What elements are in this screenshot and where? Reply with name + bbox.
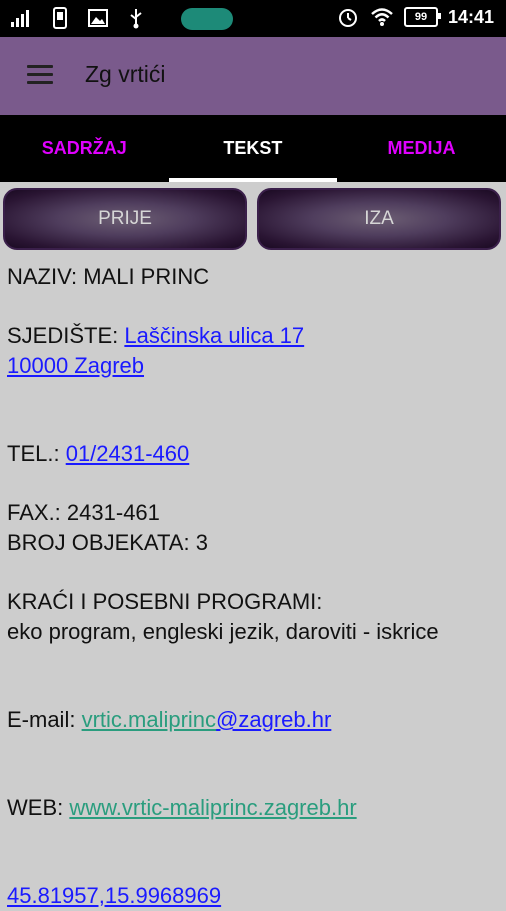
seat-row: SJEDIŠTE: Laščinska ulica 17 <box>7 321 506 351</box>
fax-value: 2431-461 <box>66 500 160 525</box>
fax-row: FAX.: 2431-461 <box>7 498 506 528</box>
name-value: MALI PRINC <box>83 264 210 289</box>
status-pill <box>181 8 233 30</box>
battery-icon: 99 <box>403 7 441 27</box>
next-button[interactable]: IZA <box>257 188 501 250</box>
prev-button[interactable]: PRIJE <box>3 188 247 250</box>
web-row: WEB: www.vrtic-maliprinc.zagreb.hr <box>7 793 506 823</box>
objects-label: BROJ OBJEKATA: <box>7 530 190 555</box>
tab-tekst-label: TEKST <box>223 138 283 158</box>
name-label: NAZIV: <box>7 264 78 289</box>
status-bar: 99 14:41 <box>0 0 506 37</box>
tel-label: TEL.: <box>7 441 60 466</box>
fax-label: FAX.: <box>7 500 61 525</box>
web-link[interactable]: www.vrtic-maliprinc.zagreb.hr <box>69 795 356 820</box>
image-icon <box>86 6 110 30</box>
tab-sadrzaj[interactable]: SADRŽAJ <box>0 115 169 182</box>
programs-value: eko program, engleski jezik, daroviti - … <box>7 619 439 644</box>
hamburger-menu-icon[interactable] <box>27 65 53 85</box>
objects-row: BROJ OBJEKATA: 3 <box>7 528 506 558</box>
tab-tekst[interactable]: TEKST <box>168 115 338 182</box>
nav-buttons: PRIJE IZA <box>0 185 506 253</box>
web-label: WEB: <box>7 795 64 820</box>
tab-indicator <box>168 178 338 182</box>
tel-row: TEL.: 01/2431-460 <box>7 439 506 469</box>
email-link-part1[interactable]: vrtic.maliprinc <box>82 707 216 732</box>
tab-medija[interactable]: MEDIJA <box>337 115 506 182</box>
app-bar: Zg vrtići <box>0 37 506 115</box>
sim-icon <box>48 6 72 30</box>
coords-row: 45.81957,15.9968969 <box>7 881 506 911</box>
address-link-line2[interactable]: 10000 Zagreb <box>7 353 144 378</box>
usb-icon <box>124 6 148 30</box>
seat-label: SJEDIŠTE: <box>7 323 119 348</box>
alarm-icon <box>336 5 360 29</box>
phone-link[interactable]: 01/2431-460 <box>66 441 190 466</box>
coordinates-link[interactable]: 45.81957,15.9968969 <box>7 883 221 908</box>
email-row: E-mail: vrtic.maliprinc@zagreb.hr <box>7 705 506 735</box>
email-label: E-mail: <box>7 707 76 732</box>
objects-value: 3 <box>195 530 208 555</box>
programs-label: KRAĆI I POSEBNI PROGRAMI: <box>7 589 323 614</box>
address-link-line1[interactable]: Laščinska ulica 17 <box>124 323 304 348</box>
wifi-icon <box>370 5 394 29</box>
seat-row-2: 10000 Zagreb <box>7 351 506 381</box>
name-row: NAZIV: MALI PRINC <box>7 262 506 292</box>
tab-bar: SADRŽAJ TEKST MEDIJA <box>0 115 506 182</box>
clock: 14:41 <box>447 6 494 27</box>
email-link-part2[interactable]: @zagreb.hr <box>216 707 331 732</box>
signal-icon <box>10 6 34 30</box>
app-title: Zg vrtići <box>85 61 166 87</box>
details-content: NAZIV: MALI PRINC SJEDIŠTE: Laščinska ul… <box>7 262 506 911</box>
